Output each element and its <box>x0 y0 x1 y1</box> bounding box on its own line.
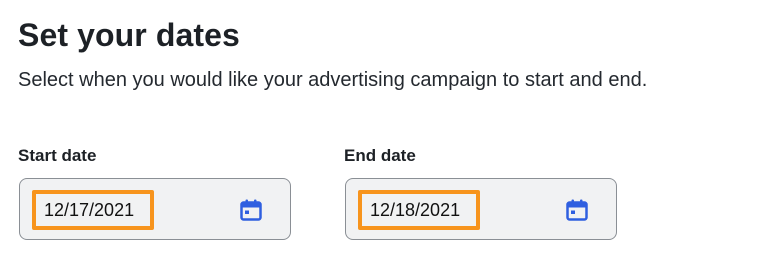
page-title: Set your dates <box>18 17 240 53</box>
calendar-icon[interactable] <box>564 198 590 222</box>
set-dates-panel: Set your dates Select when you would lik… <box>0 0 768 277</box>
end-date-label: End date <box>344 146 416 165</box>
start-date-field: Start date 12/17/2021 <box>18 144 291 240</box>
start-date-label: Start date <box>18 146 97 165</box>
end-date-value[interactable]: 12/18/2021 <box>358 190 480 230</box>
end-date-field: End date 12/18/2021 <box>344 144 617 240</box>
calendar-icon[interactable] <box>238 198 264 222</box>
start-date-input[interactable]: 12/17/2021 <box>19 178 291 240</box>
end-date-input[interactable]: 12/18/2021 <box>345 178 617 240</box>
page-subtitle: Select when you would like your advertis… <box>18 69 648 91</box>
start-date-value[interactable]: 12/17/2021 <box>32 190 154 230</box>
